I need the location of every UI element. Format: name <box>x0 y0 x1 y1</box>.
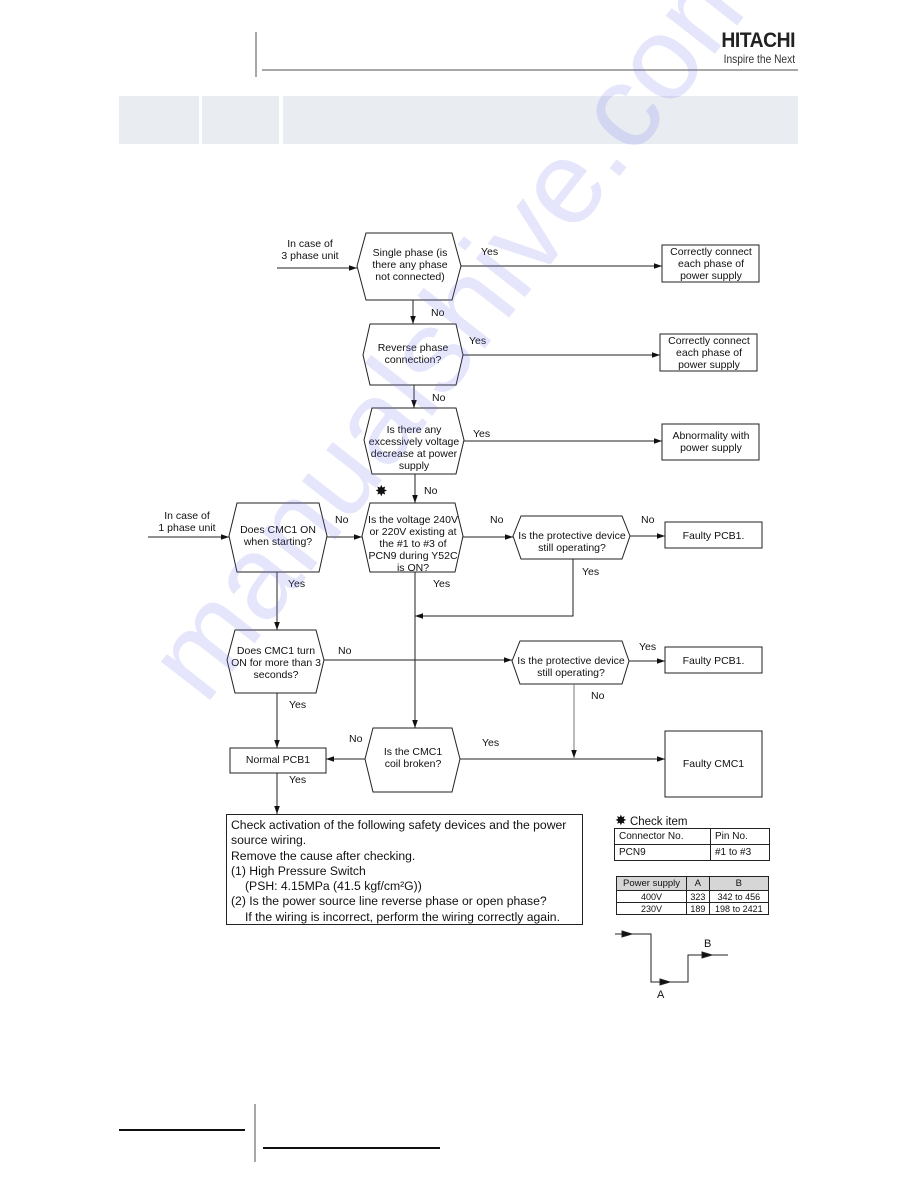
table-header-cell: A <box>686 876 710 891</box>
result-text-faulty-cmc1: Faulty CMC1 <box>682 758 745 770</box>
check-item-table: Connector No. Pin No. PCN9 #1 to #3 <box>614 828 770 861</box>
table-row: 400V 323 342 to 456 <box>615 890 770 903</box>
flowchart-diagram <box>148 232 763 986</box>
note-line: (2) Is the power source line reverse pha… <box>231 894 547 909</box>
edge-label-no: No <box>335 514 349 526</box>
footer-right-line <box>263 1147 440 1149</box>
table-cell: 198 to 2421 <box>708 902 770 915</box>
note-line: (1) High Pressure Switch <box>231 863 366 878</box>
note-line: (PSH: 4.15MPa (41.5 kgf/cm²G)) <box>245 879 422 894</box>
table-header-cell: Connector No. <box>614 828 711 845</box>
decision-text-voltage-pcn9: Is the voltage 240V or 220V existing at … <box>368 514 458 574</box>
edge-label-yes: Yes <box>289 774 307 786</box>
note-line: If the wiring is incorrect, perform the … <box>245 909 560 924</box>
edge-label-yes: Yes <box>582 566 600 578</box>
result-text-connect-phase-1: Correctly connect each phase of power su… <box>670 246 752 282</box>
waveform-label-b: B <box>704 938 712 950</box>
edge-label-yes: Yes <box>481 246 499 258</box>
edge-label-no: No <box>424 485 438 497</box>
decision-text-protective-device-2: Is the protective device still operating… <box>517 655 625 679</box>
table-cell: PCN9 <box>614 844 711 861</box>
result-text-faulty-pcb1-1: Faulty PCB1. <box>682 530 745 542</box>
start-label-1phase: In case of 1 phase unit <box>158 510 216 534</box>
edge-label-yes: Yes <box>482 737 500 749</box>
footer-left-line <box>119 1129 245 1131</box>
edge-label-no: No <box>591 690 605 702</box>
table-header-cell: B <box>708 876 770 891</box>
waveform-label-a: A <box>657 989 665 1001</box>
result-text-abnormality-power: Abnormality with power supply <box>672 430 750 454</box>
edge-label-yes: Yes <box>288 578 306 590</box>
table-cell: 342 to 456 <box>708 890 770 903</box>
table-cell: 400V <box>615 890 688 903</box>
result-text-connect-phase-2: Correctly connect each phase of power su… <box>668 335 750 371</box>
decision-text-reverse-phase: Reverse phase connection? <box>377 342 449 366</box>
decision-text-protective-device-1: Is the protective device still operating… <box>518 530 626 554</box>
note-line: Remove the cause after checking. <box>231 848 416 863</box>
note-line: source wiring. <box>231 833 307 848</box>
decision-text-cmc1-coil: Is the CMC1 coil broken? <box>383 746 443 770</box>
table-cell: 230V <box>615 902 688 915</box>
asterisk-star-icon: ✸ <box>615 812 627 828</box>
asterisk-star-icon: ✸ <box>375 483 388 500</box>
table-cell: #1 to #3 <box>710 844 770 861</box>
power-supply-table: Power supply A B 400V 323 342 to 456 230… <box>615 876 770 915</box>
note-line: Check activation of the following safety… <box>231 818 567 832</box>
edge-label-yes: Yes <box>639 641 657 653</box>
table-header-row: Connector No. Pin No. <box>614 828 770 845</box>
decision-text-cmc1-on-3sec: Does CMC1 turn ON for more than 3 second… <box>231 645 321 681</box>
table-row: PCN9 #1 to #3 <box>614 844 770 861</box>
edge-label-no: No <box>641 514 655 526</box>
check-item-title: ✸ Check item <box>615 812 687 829</box>
edge-label-yes: Yes <box>473 428 491 440</box>
edge-label-yes: Yes <box>469 335 487 347</box>
table-header-row: Power supply A B <box>615 876 770 891</box>
action-note-box: Check activation of the following safety… <box>226 814 583 925</box>
table-cell: 189 <box>686 902 710 915</box>
start-label-3phase: In case of 3 phase unit <box>281 238 339 262</box>
edge-label-no: No <box>432 392 446 404</box>
decision-text-cmc1-on-starting: Does CMC1 ON when starting? <box>240 524 316 548</box>
table-header-cell: Power supply <box>615 876 688 891</box>
check-item-label: Check item <box>629 816 688 828</box>
edge-label-no: No <box>349 733 363 745</box>
edge-label-yes: Yes <box>289 699 307 711</box>
decision-text-voltage-decrease: Is there any excessively voltage decreas… <box>368 424 460 472</box>
edge-label-no: No <box>338 645 352 657</box>
result-text-faulty-pcb1-2: Faulty PCB1. <box>682 655 745 667</box>
table-header-cell: Pin No. <box>710 828 770 845</box>
table-row: 230V 189 198 to 2421 <box>615 902 770 915</box>
edge-label-yes: Yes <box>433 578 451 590</box>
decision-text-single-phase: Single phase (is there any phase not con… <box>372 247 448 283</box>
footer-vertical-rule <box>254 1104 256 1162</box>
edge-label-no: No <box>431 307 445 319</box>
edge-label-no: No <box>490 514 504 526</box>
table-cell: 323 <box>686 890 710 903</box>
result-text-normal-pcb1: Normal PCB1 <box>245 754 311 766</box>
